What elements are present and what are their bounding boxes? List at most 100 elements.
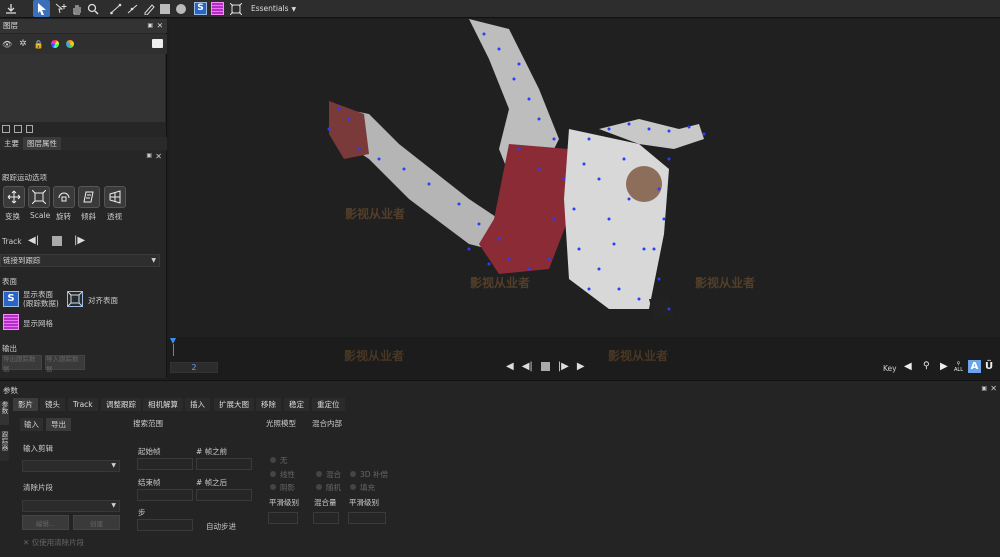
- lighting-shadow-radio[interactable]: 阴影: [270, 482, 295, 493]
- visibility-icon[interactable]: 👁: [2, 40, 12, 49]
- ellipse-tool-icon[interactable]: [172, 0, 189, 17]
- tab-expand[interactable]: 扩展大图: [214, 398, 254, 411]
- close-icon[interactable]: ✕: [990, 384, 997, 393]
- shear-button[interactable]: [78, 186, 100, 208]
- new-layer-icon[interactable]: [2, 125, 10, 133]
- align-surface-button[interactable]: [67, 291, 83, 307]
- end-frame-field[interactable]: [137, 489, 193, 501]
- hand-tool-icon[interactable]: [68, 0, 85, 17]
- lock-icon[interactable]: 🔒: [34, 40, 44, 49]
- rect-tool-icon[interactable]: [156, 0, 173, 17]
- tab-remove[interactable]: 移除: [256, 398, 281, 411]
- playhead-icon[interactable]: [170, 338, 176, 356]
- lighting-fill-radio[interactable]: 填充: [350, 482, 375, 493]
- tab-lens[interactable]: 镜头: [40, 398, 65, 411]
- duplicate-layer-icon[interactable]: [14, 125, 22, 133]
- rotate-button[interactable]: [53, 186, 75, 208]
- close-icon[interactable]: ✕: [155, 152, 162, 161]
- tab-adjust-track[interactable]: 调整跟踪: [101, 398, 141, 411]
- import-track-button[interactable]: 导入跟踪数据: [45, 355, 85, 373]
- tab-clip[interactable]: 影片: [13, 398, 38, 411]
- layers-column-header: 👁 ✲ 🔒: [0, 34, 167, 54]
- input-clip-select[interactable]: ▼: [22, 460, 120, 472]
- panel-menu-icon[interactable]: ▣: [146, 152, 152, 159]
- xspline-tool-icon[interactable]: [124, 0, 141, 17]
- tab-reorient[interactable]: 重定位: [312, 398, 345, 411]
- zoom-tool-icon[interactable]: [84, 0, 101, 17]
- planar-corners-tool-icon[interactable]: [227, 0, 244, 17]
- lighting-none-radio[interactable]: 无: [270, 455, 288, 466]
- viewer[interactable]: 影视从业者 影视从业者 影视从业者: [169, 19, 1000, 337]
- show-grid-button[interactable]: [3, 314, 19, 330]
- surface-label: 表面: [2, 277, 17, 286]
- stop-icon[interactable]: [52, 236, 62, 246]
- next-key-icon[interactable]: ▶: [940, 361, 948, 372]
- prev-key-icon[interactable]: ◀: [904, 361, 912, 372]
- clean-plate-only-checkbox[interactable]: ✕ 仅使用清除片段: [23, 537, 84, 548]
- timeline[interactable]: 2 影视从业者 影视从业者 ◀ ◀| |▶ ▶ Key ◀ ⚲ ▶ ⚲ ALL A…: [168, 337, 1000, 379]
- clean-plate-select[interactable]: ▼: [22, 500, 120, 512]
- smooth-level-field[interactable]: [268, 512, 298, 524]
- link-track-select[interactable]: 链接到跟踪 ▼: [0, 254, 160, 267]
- save-icon[interactable]: [2, 0, 20, 17]
- add-point-tool-icon[interactable]: [52, 0, 69, 17]
- lighting-blend-radio[interactable]: 混合: [316, 469, 341, 480]
- shear-icon: [83, 191, 94, 203]
- lighting-random-radio[interactable]: 随机: [316, 482, 341, 493]
- blend-amount-field[interactable]: [313, 512, 339, 524]
- frames-before-field[interactable]: [196, 458, 252, 470]
- layer-options-icon[interactable]: [152, 39, 163, 48]
- track-forward-icon[interactable]: |▶: [74, 235, 85, 246]
- tab-main[interactable]: 主要: [0, 137, 23, 150]
- select-tool-icon[interactable]: [33, 0, 50, 17]
- panel-menu-icon[interactable]: ▣: [981, 385, 987, 392]
- pen-tool-icon[interactable]: [140, 0, 157, 17]
- perspective-button[interactable]: [104, 186, 126, 208]
- frame-number-field[interactable]: 2: [170, 362, 218, 373]
- step-back-icon[interactable]: ◀|: [522, 361, 533, 372]
- color-wheel-icon[interactable]: [50, 40, 59, 48]
- frames-after-field[interactable]: [196, 489, 252, 501]
- autokey-button[interactable]: A: [968, 360, 981, 373]
- step-field[interactable]: [137, 519, 193, 531]
- align-surface-icon: [67, 291, 83, 307]
- tab-insert[interactable]: 插入: [185, 398, 210, 411]
- side-tab-trackers[interactable]: 跟踪器: [0, 431, 9, 461]
- scale-button[interactable]: [28, 186, 50, 208]
- subtab-input[interactable]: 输入: [20, 418, 43, 431]
- lighting-3d-radio[interactable]: 3D 补偿: [350, 469, 388, 480]
- color-wheel-alt-icon[interactable]: [65, 40, 74, 48]
- edit-clean-plate-button[interactable]: 编辑...: [22, 515, 69, 530]
- bezier-tool-icon[interactable]: [107, 0, 124, 17]
- trash-icon[interactable]: [26, 125, 33, 133]
- stop-icon[interactable]: [540, 362, 550, 371]
- subtab-export[interactable]: 导出: [46, 418, 71, 431]
- tab-layer-properties[interactable]: 图层属性: [23, 137, 61, 150]
- layers-footer: [0, 123, 167, 135]
- u-button[interactable]: Ü: [985, 361, 993, 372]
- close-icon[interactable]: ✕: [157, 19, 163, 33]
- tab-track[interactable]: Track: [68, 398, 98, 411]
- panel-menu-icon[interactable]: ▣: [147, 19, 153, 33]
- start-frame-field[interactable]: [137, 458, 193, 470]
- all-keys-button[interactable]: ⚲ ALL: [954, 361, 963, 373]
- play-icon[interactable]: ▶: [577, 361, 585, 372]
- go-to-start-icon[interactable]: ◀: [506, 361, 514, 372]
- step-forward-icon[interactable]: |▶: [558, 361, 569, 372]
- track-backward-icon[interactable]: ◀|: [28, 235, 39, 246]
- create-clean-plate-button[interactable]: 创建: [73, 515, 120, 530]
- add-key-icon[interactable]: ⚲: [923, 361, 930, 371]
- tab-stabilize[interactable]: 稳定: [284, 398, 309, 411]
- tab-camera-solve[interactable]: 相机解算: [143, 398, 183, 411]
- export-track-button[interactable]: 导出跟踪数据: [2, 355, 42, 373]
- grid-tool-icon[interactable]: [209, 0, 226, 17]
- smooth-level-field-2[interactable]: [348, 512, 386, 524]
- lighting-linear-radio[interactable]: 线性: [270, 469, 295, 480]
- transform-button[interactable]: [3, 186, 25, 208]
- surface-tool-icon[interactable]: S: [192, 0, 209, 17]
- scale-icon: [32, 190, 46, 204]
- show-surface-button[interactable]: S: [3, 291, 19, 307]
- gear-icon[interactable]: ✲: [19, 39, 27, 49]
- side-tab-params[interactable]: 参数: [0, 401, 9, 425]
- workspace-select[interactable]: Essentials ▼: [247, 2, 299, 15]
